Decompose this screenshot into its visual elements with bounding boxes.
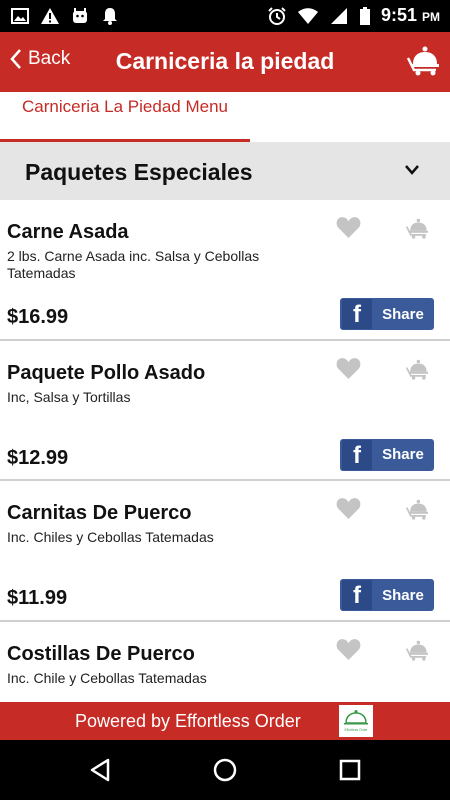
tab-menu[interactable]: Carniceria La Piedad Menu — [0, 92, 250, 142]
notification-icons — [10, 6, 120, 26]
heart-icon[interactable] — [336, 357, 361, 379]
item-name: Costillas De Puerco — [7, 642, 195, 665]
facebook-share-button[interactable]: f Share — [340, 579, 434, 611]
clock: 9:51 PM — [380, 5, 440, 25]
menu-item-list: Carne Asada 2 lbs. Carne Asada inc. Sals… — [0, 200, 450, 702]
menu-item: Paquete Pollo Asado Inc, Salsa y Tortill… — [0, 340, 450, 481]
facebook-icon: f — [342, 299, 372, 329]
menu-item: Carnitas De Puerco Inc. Chiles y Cebolla… — [0, 481, 450, 622]
share-label: Share — [382, 586, 424, 604]
food-tray-icon — [406, 46, 439, 76]
battery-icon — [359, 6, 370, 25]
add-to-order-icon[interactable] — [404, 358, 430, 380]
facebook-icon: f — [342, 439, 372, 470]
facebook-share-button[interactable]: f Share — [340, 438, 434, 471]
cloche-logo-icon: Effortless Order — [344, 710, 368, 732]
system-nav-bar — [0, 740, 450, 800]
status-bar: 9:51 PM — [0, 0, 450, 32]
add-to-order-icon[interactable] — [404, 498, 430, 520]
add-to-order-icon[interactable] — [404, 217, 430, 239]
effortless-order-logo[interactable]: Effortless Order — [339, 705, 373, 737]
home-circle-icon[interactable] — [212, 757, 238, 783]
recents-square-icon[interactable] — [338, 757, 362, 783]
bell-icon — [103, 8, 117, 25]
signal-icon — [330, 7, 347, 24]
item-description: 2 lbs. Carne Asada inc. Salsa y Cebollas… — [7, 248, 260, 281]
heart-icon[interactable] — [336, 497, 361, 519]
tab-strip: Carniceria La Piedad Menu — [0, 92, 450, 142]
image-icon — [11, 8, 29, 24]
back-triangle-icon[interactable] — [88, 757, 112, 783]
svg-text:Effortless Order: Effortless Order — [344, 728, 368, 732]
page-title: Carniceria la piedad — [115, 48, 335, 74]
item-description: Inc. Chile y Cebollas Tatemadas — [7, 669, 207, 686]
section-header[interactable]: Paquetes Especiales — [0, 142, 450, 200]
chevron-down-icon — [405, 165, 419, 175]
app-header: Back Carniceria la piedad — [0, 32, 450, 92]
heart-icon[interactable] — [336, 638, 361, 660]
facebook-share-button[interactable]: f Share — [340, 298, 434, 330]
warning-icon — [41, 8, 59, 24]
item-name: Paquete Pollo Asado — [7, 361, 206, 384]
wifi-icon — [297, 7, 318, 24]
menu-item: Carne Asada 2 lbs. Carne Asada inc. Sals… — [0, 200, 450, 341]
alarm-icon — [268, 6, 286, 25]
share-label: Share — [382, 446, 424, 463]
item-price: $12.99 — [7, 446, 69, 469]
add-to-order-icon[interactable] — [404, 639, 430, 661]
item-name: Carnitas De Puerco — [7, 502, 192, 524]
menu-item: Costillas De Puerco Inc. Chile y Cebolla… — [0, 621, 450, 702]
android-icon — [73, 8, 87, 23]
item-description: Inc. Chiles y Cebollas Tatemadas — [7, 529, 214, 545]
share-label: Share — [382, 305, 424, 323]
item-price: $16.99 — [7, 306, 69, 328]
section-title: Paquetes Especiales — [25, 159, 253, 185]
cart-button[interactable] — [406, 44, 440, 81]
item-price: $11.99 — [7, 587, 68, 609]
item-name: Carne Asada — [7, 221, 129, 243]
heart-icon[interactable] — [336, 216, 361, 238]
powered-by-text: Powered by Effortless Order — [75, 711, 301, 731]
item-description: Inc, Salsa y Tortillas — [7, 388, 131, 405]
facebook-icon: f — [342, 580, 372, 610]
powered-by-bar: Powered by Effortless Order Effortless O… — [0, 702, 450, 740]
